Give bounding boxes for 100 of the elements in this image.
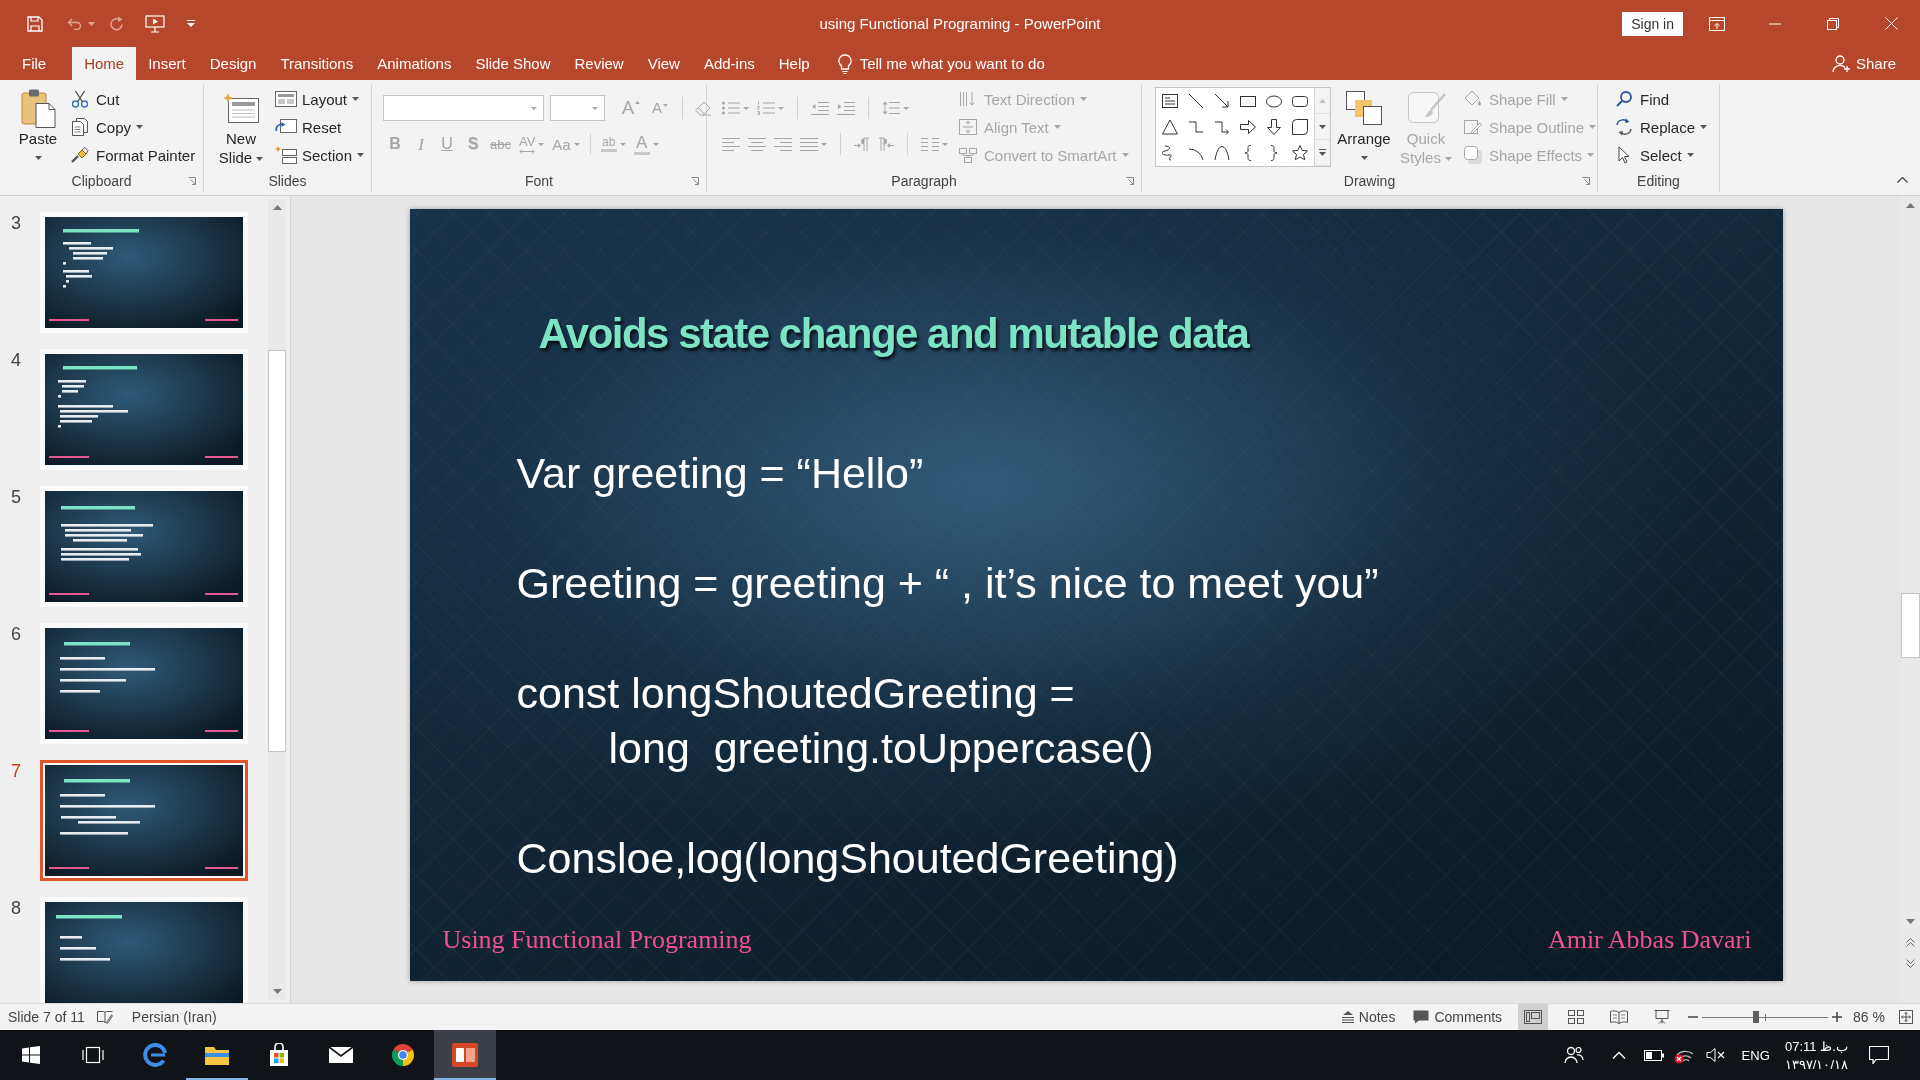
scissors-icon (71, 90, 89, 108)
speaker-muted-icon[interactable] (1705, 1047, 1726, 1063)
ribbon-tab[interactable]: Add-ins (691, 47, 767, 80)
down-arrow-icon[interactable] (1266, 119, 1282, 135)
search-icon (1616, 91, 1632, 107)
caret-icon[interactable] (1319, 124, 1326, 129)
folded-corner-icon[interactable] (1292, 119, 1308, 135)
dialog-launcher-icon[interactable] (691, 177, 699, 185)
more-icon[interactable] (1319, 149, 1326, 156)
fit-window-icon[interactable] (1899, 1010, 1913, 1024)
tell-me-field[interactable]: Tell me what you want to do (859, 53, 1072, 74)
language-label[interactable]: Persian (Iran) (131, 1009, 217, 1025)
chevron-up-icon[interactable] (1611, 1051, 1626, 1059)
presentation-icon[interactable] (145, 14, 165, 33)
rounded-rectangle-icon[interactable] (1292, 93, 1308, 109)
find-button[interactable]: Find (1610, 86, 1711, 112)
elbow-arrow-icon[interactable] (1214, 119, 1230, 135)
outdent-icon (811, 101, 829, 115)
sign-in-button[interactable]: Sign in (1622, 11, 1683, 36)
reset-button[interactable]: Reset (272, 114, 368, 140)
clock-date[interactable]: ۱۳۹۷/۱۰/۱۸ (1784, 1056, 1848, 1072)
copy-button[interactable]: Copy (66, 114, 199, 140)
dialog-launcher-icon[interactable] (1126, 177, 1134, 185)
ribbon-tab[interactable]: Review (562, 47, 636, 80)
elbow-connector-icon[interactable] (1188, 119, 1204, 135)
cut-button[interactable]: Cut (66, 86, 199, 112)
book-pen-icon[interactable] (96, 1010, 113, 1024)
window-title: using Functional Programing - PowerPoint (819, 15, 1101, 32)
arc-icon[interactable] (1188, 145, 1204, 161)
scrollbar-thumb[interactable] (1901, 592, 1920, 658)
normal-view-button[interactable] (1518, 1004, 1549, 1030)
share-button[interactable]: Share (1829, 47, 1898, 80)
section-button[interactable]: Section (272, 142, 368, 168)
scroll-up-icon[interactable] (1906, 202, 1915, 208)
caret-icon (357, 153, 365, 157)
next-slide-icon[interactable] (1906, 959, 1915, 968)
close-icon[interactable] (1884, 17, 1898, 30)
ribbon-tab[interactable]: Transitions (268, 47, 366, 80)
color-wheel-icon (391, 1043, 415, 1067)
caret-icon (1686, 153, 1694, 157)
scroll-down-icon[interactable] (272, 989, 282, 994)
presentation-app-button[interactable] (434, 1030, 496, 1080)
folder-icon (204, 1044, 230, 1066)
ribbon-tab[interactable]: Design (197, 47, 269, 80)
comments-button[interactable]: Comments (1409, 1004, 1507, 1030)
battery-icon[interactable] (1643, 1049, 1664, 1061)
ribbon-tab[interactable]: Help (766, 47, 822, 80)
ribbon-tab[interactable]: File (10, 47, 59, 80)
curve-icon[interactable] (1214, 145, 1230, 161)
minus-icon[interactable] (1688, 1016, 1699, 1018)
save-icon[interactable] (27, 15, 43, 32)
box-arrow-icon[interactable] (1709, 16, 1725, 31)
new-slide-button[interactable]: New Slide (214, 84, 268, 167)
input-language[interactable]: ENG (1741, 1047, 1770, 1063)
paste-button[interactable]: Paste (14, 84, 62, 167)
people-icon[interactable] (1563, 1046, 1584, 1064)
caret-icon (743, 106, 749, 110)
oval-icon[interactable] (1266, 93, 1282, 109)
arrow-icon[interactable] (1214, 93, 1230, 109)
arrange-button[interactable]: Arrange (1335, 84, 1393, 167)
right-arrow-icon[interactable] (1240, 119, 1256, 135)
zoom-level[interactable]: 86 % (1849, 1004, 1889, 1030)
replace-button[interactable]: Replace (1610, 114, 1711, 140)
caret-icon (34, 155, 42, 160)
scrollbar-thumb[interactable] (268, 349, 286, 753)
dialog-launcher-icon[interactable] (188, 177, 196, 185)
dialog-launcher-icon[interactable] (1582, 177, 1590, 185)
paintbrush-icon (71, 147, 89, 163)
ribbon-tab[interactable]: Home (72, 47, 137, 80)
notes-button[interactable]: Notes (1337, 1004, 1400, 1030)
select-button[interactable]: Select (1610, 142, 1711, 168)
text-box-icon[interactable] (1162, 93, 1178, 109)
layout-button[interactable]: Layout (272, 86, 368, 112)
ribbon-tab[interactable]: View (635, 47, 692, 80)
zoom-thumb[interactable] (1753, 1011, 1760, 1023)
undo-icon[interactable] (67, 17, 83, 30)
start-icon[interactable] (22, 1046, 40, 1064)
collapse-icon[interactable] (1897, 177, 1908, 183)
lightbulb-icon[interactable] (837, 53, 852, 74)
scroll-up-icon[interactable] (272, 205, 282, 210)
clock-time[interactable]: 07:11 ب.ظ (1784, 1038, 1848, 1054)
message-icon[interactable] (1869, 1046, 1889, 1064)
ribbon-tab[interactable]: Insert (136, 47, 198, 80)
task-view-icon[interactable] (82, 1046, 104, 1064)
section-icon (275, 146, 297, 164)
restore-icon[interactable] (1827, 17, 1839, 30)
line-icon[interactable] (1188, 93, 1204, 109)
redo-icon[interactable] (110, 16, 124, 31)
format-painter-button[interactable]: Format Painter (66, 142, 199, 168)
rectangle-icon[interactable] (1240, 93, 1256, 109)
previous-slide-icon[interactable] (1906, 938, 1915, 947)
triangle-icon[interactable] (1162, 119, 1178, 135)
plus-icon[interactable] (1832, 1012, 1843, 1022)
ribbon-tab[interactable]: Animations (365, 47, 464, 80)
open-book-icon (1610, 1010, 1629, 1024)
ribbon-tab[interactable]: Slide Show (463, 47, 563, 80)
star-icon[interactable] (1292, 145, 1308, 161)
scroll-down-icon[interactable] (1906, 919, 1915, 924)
copy-icon (71, 118, 89, 136)
customize-icon[interactable] (187, 20, 195, 27)
